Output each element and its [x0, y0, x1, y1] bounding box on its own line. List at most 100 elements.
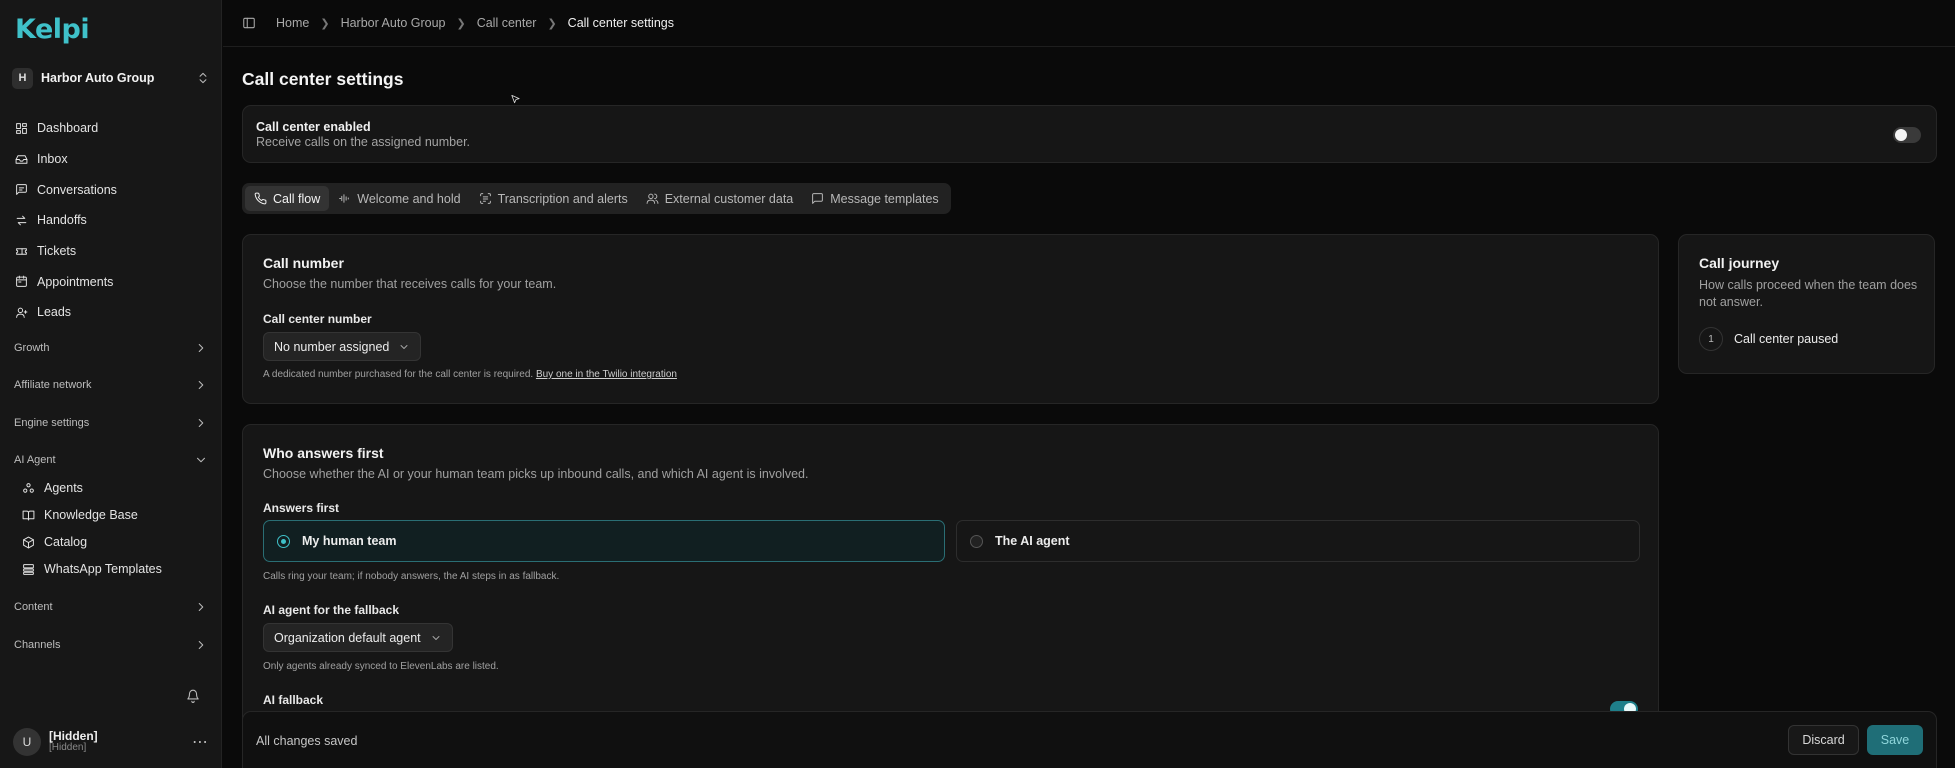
- nav-item-leads[interactable]: Leads: [0, 297, 222, 328]
- package-icon: [23, 536, 34, 548]
- section-label: Growth: [14, 342, 50, 354]
- call-center-number-select[interactable]: No number assigned: [263, 332, 422, 361]
- bell-icon[interactable]: [186, 689, 200, 703]
- app-logo[interactable]: Kelpi: [15, 14, 90, 45]
- user-info: [Hidden] [Hidden]: [49, 730, 192, 754]
- answer-option-ai[interactable]: The AI agent: [956, 520, 1640, 562]
- enable-subtitle: Receive calls on the assigned number.: [256, 135, 471, 149]
- nav-item-label: Catalog: [44, 535, 88, 549]
- nav-item-label: Dashboard: [37, 121, 99, 136]
- nav-item-label: Handoffs: [37, 213, 87, 228]
- field-hint: Only agents already synced to ElevenLabs…: [263, 661, 499, 672]
- tab-external-data[interactable]: External customer data: [637, 186, 803, 211]
- nav-item-appointments[interactable]: Appointments: [0, 266, 222, 297]
- tab-label: Welcome and hold: [357, 191, 461, 206]
- chevron-down-icon: [196, 457, 206, 463]
- discard-button[interactable]: Discard: [1788, 725, 1859, 755]
- nav-section-engine[interactable]: Engine settings: [0, 410, 222, 436]
- answer-option-human[interactable]: My human team: [263, 520, 945, 562]
- nav-item-catalog[interactable]: Catalog: [22, 530, 87, 554]
- chevron-right-icon: ❯: [547, 17, 557, 30]
- save-button[interactable]: Save: [1867, 725, 1923, 755]
- journey-step: 1 Call center paused: [1699, 327, 1838, 351]
- toggle-knob: [1895, 129, 1907, 141]
- main-nav: Dashboard Inbox Conversations Handoffs T…: [0, 113, 222, 328]
- section-label: Channels: [14, 639, 61, 651]
- twilio-integration-link[interactable]: Buy one in the Twilio integration: [536, 369, 677, 380]
- nav-item-inbox[interactable]: Inbox: [0, 144, 222, 175]
- breadcrumb-call-center[interactable]: Call center: [477, 16, 537, 30]
- journey-subtitle: How calls proceed when the team does not…: [1699, 278, 1918, 309]
- nav-item-label: Appointments: [37, 274, 114, 289]
- select-value: No number assigned: [274, 339, 390, 354]
- tab-transcription-alerts[interactable]: Transcription and alerts: [470, 186, 637, 211]
- tab-call-flow[interactable]: Call flow: [245, 186, 330, 211]
- option-label: My human team: [302, 534, 397, 548]
- inbox-icon: [15, 154, 28, 164]
- nav-section-ai-agent[interactable]: AI Agent: [0, 447, 222, 473]
- nav-item-whatsapp-templates[interactable]: WhatsApp Templates: [22, 557, 162, 581]
- settings-tabs: Call flow Welcome and hold Transcription…: [242, 183, 951, 214]
- call-journey-card: Call journey How calls proceed when the …: [1678, 234, 1935, 374]
- phone-icon: [254, 192, 267, 205]
- enable-title: Call center enabled: [256, 120, 371, 134]
- hint-text: A dedicated number purchased for the cal…: [263, 369, 534, 380]
- section-label: Affiliate network: [14, 379, 92, 391]
- chevron-down-icon: [400, 344, 408, 349]
- nav-item-label: Knowledge Base: [44, 508, 138, 522]
- call-center-enabled-toggle[interactable]: [1893, 127, 1921, 143]
- nav-item-tickets[interactable]: Tickets: [0, 236, 222, 267]
- nav-section-growth[interactable]: Growth: [0, 335, 222, 361]
- nav-item-agents[interactable]: Agents: [22, 476, 83, 500]
- chevron-right-icon: ❯: [320, 17, 330, 30]
- section-subtitle: Choose the number that receives calls fo…: [263, 277, 557, 291]
- tab-label: Call flow: [273, 191, 321, 206]
- handoffs-icon: [16, 215, 27, 226]
- dashboard-icon: [16, 122, 27, 134]
- section-label: Content: [14, 601, 53, 613]
- nav-item-handoffs[interactable]: Handoffs: [0, 205, 222, 236]
- section-title: Call number: [263, 255, 344, 271]
- nav-item-conversations[interactable]: Conversations: [0, 174, 222, 205]
- section-label: Engine settings: [14, 417, 90, 429]
- section-title: Who answers first: [263, 445, 384, 461]
- field-hint: A dedicated number purchased for the cal…: [263, 369, 677, 380]
- nav-section-affiliate[interactable]: Affiliate network: [0, 372, 222, 398]
- mouse-cursor-icon: [511, 94, 520, 104]
- chevron-right-icon: [198, 602, 204, 612]
- leads-icon: [16, 307, 28, 318]
- org-switcher[interactable]: H Harbor Auto Group: [12, 65, 210, 91]
- chevron-down-icon: [432, 635, 440, 640]
- tab-message-templates[interactable]: Message templates: [802, 186, 947, 211]
- field-label: AI agent for the fallback: [263, 603, 400, 617]
- section-label: AI Agent: [14, 454, 56, 466]
- nav-section-channels[interactable]: Channels: [0, 632, 222, 658]
- breadcrumb-org[interactable]: Harbor Auto Group: [341, 16, 446, 30]
- breadcrumb: Home ❯ Harbor Auto Group ❯ Call center ❯…: [276, 16, 674, 30]
- field-label: Call center number: [263, 312, 372, 326]
- sidebar-toggle-icon[interactable]: [242, 16, 256, 30]
- org-name: Harbor Auto Group: [41, 71, 155, 85]
- tab-welcome-hold[interactable]: Welcome and hold: [329, 186, 469, 211]
- step-number: 1: [1699, 327, 1723, 351]
- fallback-agent-select[interactable]: Organization default agent: [263, 623, 453, 652]
- tab-label: Transcription and alerts: [497, 191, 628, 206]
- nav-item-dashboard[interactable]: Dashboard: [0, 113, 222, 144]
- journey-title: Call journey: [1699, 255, 1780, 271]
- nav-section-content[interactable]: Content: [0, 594, 222, 620]
- users-icon: [646, 193, 659, 204]
- calendar-icon: [16, 275, 27, 288]
- topbar: Home ❯ Harbor Auto Group ❯ Call center ❯…: [223, 0, 1955, 47]
- option-label: The AI agent: [995, 534, 1070, 548]
- radio-unselected: [970, 534, 983, 548]
- audio-wave-icon: [339, 194, 350, 203]
- org-avatar: H: [12, 67, 33, 89]
- user-menu[interactable]: U [Hidden] [Hidden] ⋯: [13, 728, 209, 756]
- breadcrumb-home[interactable]: Home: [276, 16, 309, 30]
- avatar: U: [13, 728, 41, 756]
- nav-item-label: Inbox: [37, 152, 68, 167]
- conversations-icon: [16, 184, 27, 196]
- more-icon[interactable]: ⋯: [192, 732, 209, 752]
- database-icon: [23, 563, 34, 575]
- nav-item-knowledge-base[interactable]: Knowledge Base: [22, 503, 138, 527]
